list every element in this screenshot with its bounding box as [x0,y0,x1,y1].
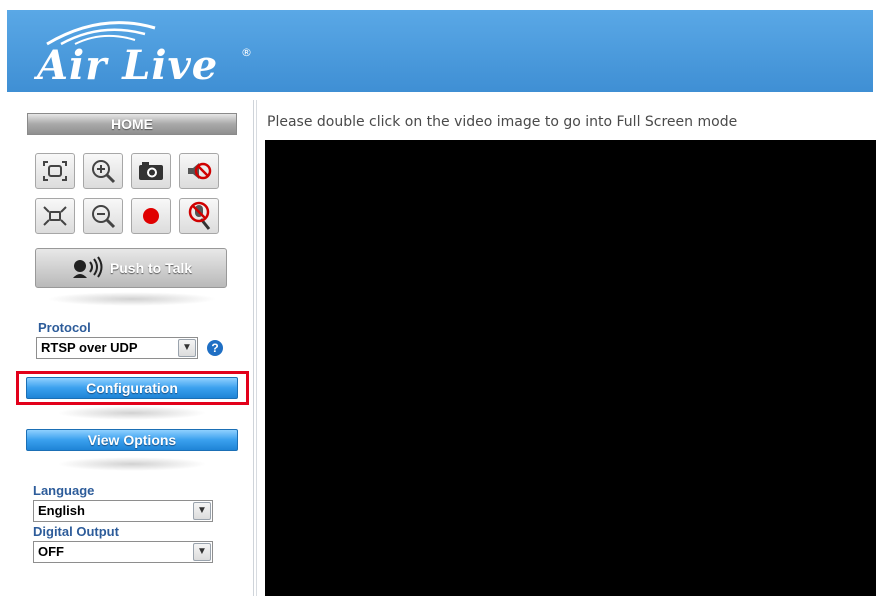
separator [57,406,207,420]
separator [57,457,207,471]
airlive-logo: Air Live ® [27,16,257,89]
push-to-talk-label: Push to Talk [109,260,193,276]
main-content: Please double click on the video image t… [256,100,876,596]
chevron-down-icon: ▼ [178,339,196,357]
language-select[interactable]: English ▼ [33,500,213,522]
chevron-down-icon: ▼ [193,502,211,520]
push-to-talk-button[interactable]: Push to Talk [35,248,227,288]
digital-output-select-value: OFF [38,544,64,559]
home-button[interactable]: HOME [27,113,237,135]
logo-text: Air Live [37,42,219,89]
help-icon[interactable]: ? [207,340,223,356]
protocol-select[interactable]: RTSP over UDP ▼ [36,337,198,359]
zoom-out-button[interactable] [83,198,123,234]
fit-screen-button[interactable] [35,153,75,189]
video-view[interactable] [265,140,876,596]
digital-output-label: Digital Output [33,524,119,539]
full-size-icon [43,206,67,226]
microphone-mute-icon [188,201,211,230]
fit-screen-icon [43,161,67,181]
language-label: Language [33,483,95,498]
view-options-button[interactable]: View Options [26,429,238,451]
zoom-in-icon [92,160,116,184]
fullscreen-hint: Please double click on the video image t… [267,114,738,130]
header-bar: Air Live ® [7,10,873,92]
microphone-mute-button[interactable] [179,198,219,234]
sidebar: HOME Push to Talk Protocol RTSP over UDP… [7,100,254,596]
snapshot-button[interactable] [131,153,171,189]
speaking-head-icon [72,256,103,278]
configuration-button[interactable]: Configuration [26,377,238,399]
speaker-mute-button[interactable] [179,153,219,189]
digital-output-select[interactable]: OFF ▼ [33,541,213,563]
protocol-label: Protocol [38,320,91,335]
language-select-value: English [38,503,85,518]
zoom-in-button[interactable] [83,153,123,189]
snapshot-camera-icon [139,162,163,180]
separator [47,292,217,306]
full-size-button[interactable] [35,198,75,234]
logo-registered-mark: ® [241,46,252,59]
speaker-mute-icon [188,162,212,180]
chevron-down-icon: ▼ [193,543,211,561]
record-button[interactable] [131,198,171,234]
record-icon [143,208,159,224]
protocol-select-value: RTSP over UDP [41,340,138,355]
zoom-out-icon [92,205,116,229]
header: Air Live ® [0,0,876,96]
